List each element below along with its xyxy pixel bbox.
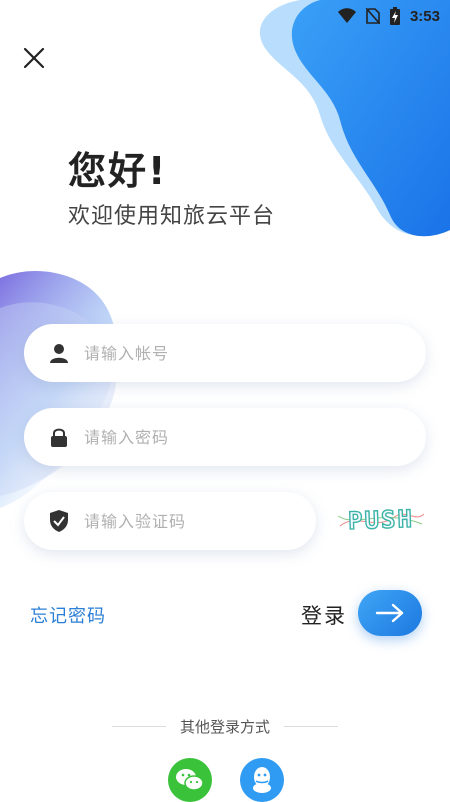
left-blob-decoration bbox=[0, 270, 117, 508]
status-time: 3:53 bbox=[409, 7, 440, 25]
arrow-right-icon bbox=[375, 603, 404, 623]
login-button[interactable] bbox=[358, 590, 422, 636]
captcha-input[interactable] bbox=[82, 510, 316, 532]
forgot-password-link[interactable]: 忘记密码 bbox=[30, 602, 106, 628]
divider-line-right bbox=[284, 726, 338, 727]
greeting-title: 您好! bbox=[68, 149, 168, 193]
password-input[interactable] bbox=[82, 426, 426, 448]
login-label[interactable]: 登录 bbox=[301, 600, 347, 630]
password-field[interactable] bbox=[24, 408, 426, 466]
wifi-icon bbox=[337, 8, 356, 24]
no-sim-icon bbox=[365, 8, 380, 24]
lock-icon bbox=[48, 426, 70, 448]
captcha-image[interactable]: PUSH bbox=[336, 502, 426, 538]
account-field[interactable] bbox=[24, 324, 426, 382]
qq-login-button[interactable] bbox=[240, 758, 284, 802]
other-login-divider: 其他登录方式 bbox=[0, 716, 450, 737]
shield-icon bbox=[48, 510, 70, 532]
qq-icon bbox=[253, 767, 271, 793]
wechat-icon bbox=[176, 769, 204, 791]
battery-charging-icon bbox=[389, 7, 400, 25]
divider-line-left bbox=[111, 726, 166, 727]
captcha-text: PUSH bbox=[348, 505, 415, 535]
close-button[interactable] bbox=[20, 44, 48, 72]
account-input[interactable] bbox=[82, 342, 426, 364]
close-icon bbox=[23, 47, 45, 69]
user-icon bbox=[48, 342, 70, 364]
captcha-field[interactable] bbox=[24, 492, 316, 550]
welcome-subtitle: 欢迎使用知旅云平台 bbox=[68, 204, 276, 229]
other-login-label: 其他登录方式 bbox=[179, 718, 270, 736]
status-bar: 3:53 bbox=[328, 0, 450, 32]
wechat-login-button[interactable] bbox=[168, 758, 212, 802]
